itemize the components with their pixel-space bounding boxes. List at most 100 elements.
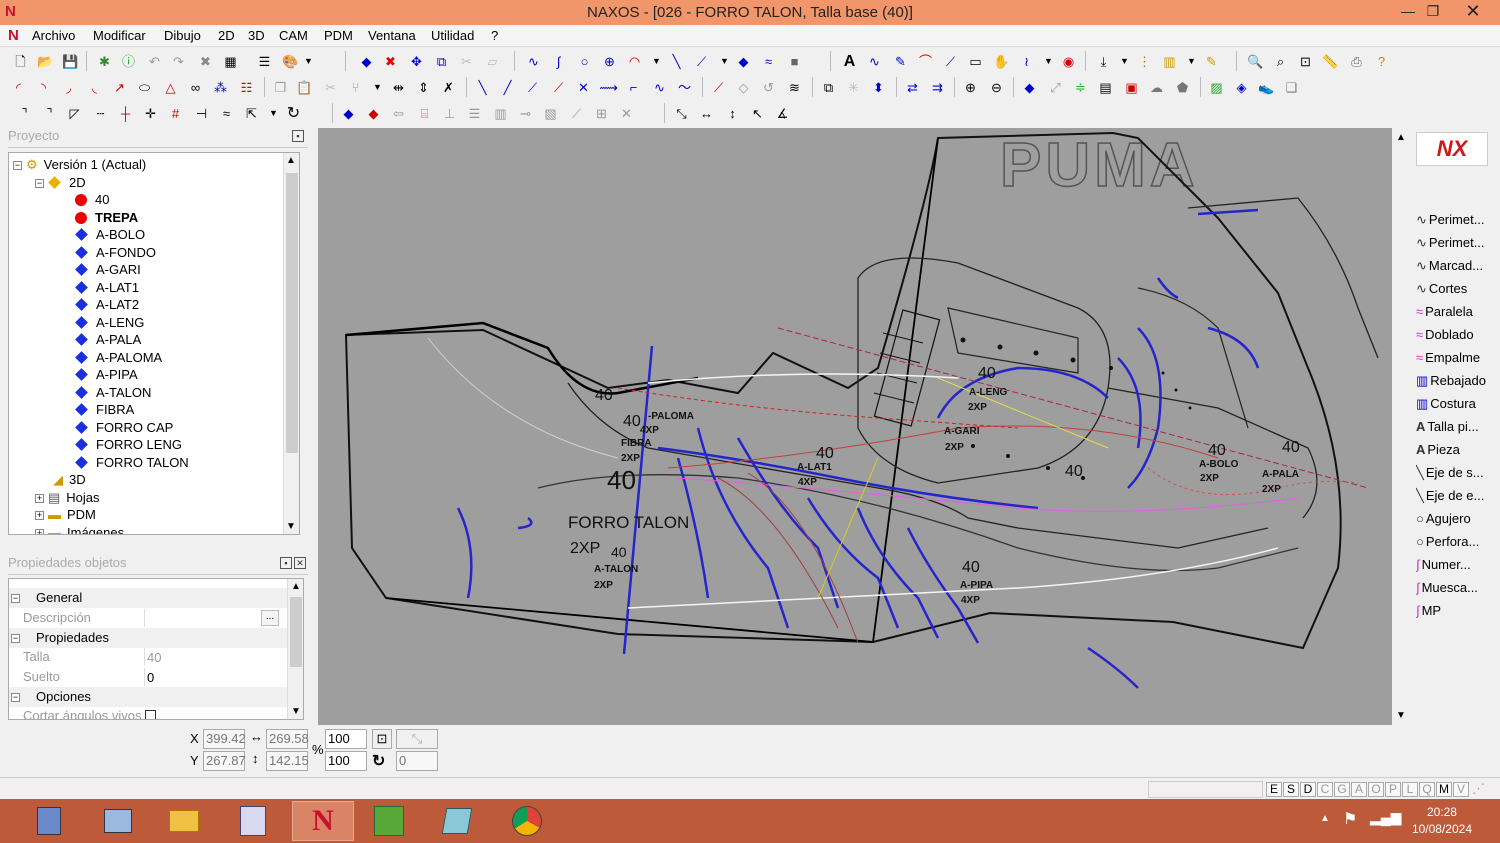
notch-icon[interactable]: ┼ bbox=[117, 105, 134, 122]
dim-angle-icon[interactable]: ∡ bbox=[774, 105, 791, 122]
zoom-icon[interactable]: 🔍 bbox=[1247, 53, 1264, 70]
tree-item-a-talon[interactable]: A-TALON bbox=[75, 384, 151, 402]
draw-5-icon[interactable]: ✕ bbox=[575, 79, 592, 96]
print-icon[interactable]: ⎙ bbox=[1348, 53, 1365, 70]
draw-2-icon[interactable]: ╱ bbox=[499, 79, 516, 96]
knife-icon[interactable]: ⟋ bbox=[710, 79, 727, 96]
rotation-field[interactable]: 0 bbox=[396, 751, 438, 771]
descripcion-browse-button[interactable]: ... bbox=[261, 610, 279, 626]
properties-scrollbar[interactable]: ▲ ▼ bbox=[287, 579, 303, 719]
arc-tool-3-icon[interactable]: ◞ bbox=[60, 79, 77, 96]
ruler-icon[interactable]: 📏 bbox=[1322, 53, 1339, 70]
menu-3d[interactable]: 3D bbox=[248, 28, 265, 43]
tree-item-forro-leng[interactable]: FORRO LENG bbox=[75, 436, 182, 454]
scroll-up-icon[interactable]: ▲ bbox=[286, 155, 296, 166]
arc-tool-4-icon[interactable]: ◟ bbox=[86, 79, 103, 96]
tree-item-a-lat2[interactable]: A-LAT2 bbox=[75, 296, 139, 314]
arc-tool-2-icon[interactable]: ◝ bbox=[35, 79, 52, 96]
restore-button[interactable]: ❐ bbox=[1415, 0, 1451, 22]
frame-icon[interactable]: ⊞ bbox=[593, 105, 610, 122]
group-opciones[interactable]: − Opciones bbox=[9, 687, 287, 707]
chevron-down-icon[interactable]: ▼ bbox=[1183, 53, 1200, 70]
tool-costura[interactable]: ▥ Costura bbox=[1416, 393, 1498, 415]
taskbar-calculator[interactable] bbox=[18, 801, 80, 841]
status-c[interactable]: C bbox=[1317, 782, 1333, 797]
scale-y-field[interactable]: 100 bbox=[325, 751, 367, 771]
tree-item-fibra[interactable]: FIBRA bbox=[75, 401, 134, 419]
text-icon[interactable]: A bbox=[841, 53, 858, 70]
scroll-down-icon[interactable]: ▼ bbox=[291, 706, 301, 717]
doc-logo-icon[interactable]: N bbox=[8, 27, 19, 44]
close-icon[interactable]: ✕ bbox=[294, 557, 306, 569]
info-icon[interactable]: ⓘ bbox=[120, 53, 137, 70]
mirror-v-icon[interactable]: ⇕ bbox=[415, 79, 432, 96]
layers-icon[interactable]: ☰ bbox=[256, 53, 273, 70]
status-s[interactable]: S bbox=[1283, 782, 1299, 797]
status-o[interactable]: O bbox=[1368, 782, 1384, 797]
tool-doblado[interactable]: ≈ Doblado bbox=[1416, 324, 1498, 346]
tool-talla-pieza[interactable]: A Talla pi... bbox=[1416, 416, 1498, 438]
menu-archivo[interactable]: Archivo bbox=[32, 28, 75, 43]
taskbar-files[interactable] bbox=[153, 801, 215, 841]
tool-rebajado[interactable]: ▥ Rebajado bbox=[1416, 370, 1498, 392]
piece-icon[interactable]: ◆ bbox=[1021, 79, 1038, 96]
point-icon[interactable]: ⊕ bbox=[601, 53, 618, 70]
tree-item-version[interactable]: − ⚙ Versión 1 (Actual) bbox=[13, 156, 146, 174]
open-folder-icon[interactable]: 📂 bbox=[37, 53, 54, 70]
cloud-icon[interactable]: ☁ bbox=[1148, 79, 1165, 96]
measure-icon[interactable]: ▥ bbox=[1161, 53, 1178, 70]
scroll-up-icon[interactable]: ▲ bbox=[291, 581, 301, 592]
branch-icon[interactable]: ⑂ bbox=[347, 79, 364, 96]
draw-3-icon[interactable]: ⟋ bbox=[524, 79, 541, 96]
tool-perimetro-1[interactable]: ∿ Perimet... bbox=[1416, 209, 1498, 231]
zoom-out-icon[interactable]: ⊖ bbox=[988, 79, 1005, 96]
pen-icon[interactable]: ✎ bbox=[892, 53, 909, 70]
flag-icon[interactable]: ⚑ bbox=[1343, 809, 1357, 829]
box-icon[interactable]: ▧ bbox=[542, 105, 559, 122]
delete-icon[interactable]: ✖ bbox=[197, 53, 214, 70]
table-icon[interactable]: ▤ bbox=[1097, 79, 1114, 96]
group-general[interactable]: − General bbox=[9, 588, 287, 608]
arc2-icon[interactable]: ⌒ bbox=[917, 53, 934, 70]
taskbar-green-app[interactable] bbox=[358, 801, 420, 841]
taskbar-pencil-app[interactable] bbox=[222, 801, 284, 841]
stitch-icon[interactable]: ⟋ bbox=[942, 53, 959, 70]
chevron-down-icon[interactable]: ▼ bbox=[716, 53, 733, 70]
fill-icon[interactable]: ■ bbox=[786, 53, 803, 70]
tree-item-imagenes[interactable]: + ▬ Imágenes bbox=[35, 524, 124, 534]
shoe-icon[interactable]: 👟 bbox=[1258, 79, 1275, 96]
curve-icon[interactable]: ∿ bbox=[525, 53, 542, 70]
tree-item-40[interactable]: 40 bbox=[75, 191, 109, 209]
scale-icon[interactable]: ⤢ bbox=[1047, 79, 1064, 96]
mirror-h-icon[interactable]: ⇹ bbox=[390, 79, 407, 96]
save-icon[interactable]: 💾 bbox=[62, 53, 79, 70]
3d-icon[interactable]: ◈ bbox=[1233, 79, 1250, 96]
image-icon[interactable]: ▨ bbox=[1208, 79, 1225, 96]
node-icon[interactable]: ⊸ bbox=[517, 105, 534, 122]
collapse-icon[interactable]: − bbox=[11, 594, 20, 603]
window-icon[interactable]: ▣ bbox=[1123, 79, 1140, 96]
grid-h-icon[interactable]: ☰ bbox=[466, 105, 483, 122]
group-propiedades[interactable]: − Propiedades bbox=[9, 628, 287, 648]
tree-item-forro-cap[interactable]: FORRO CAP bbox=[75, 419, 173, 437]
zoom-in-icon[interactable]: ⊕ bbox=[962, 79, 979, 96]
draw-9-icon[interactable]: 〜 bbox=[676, 79, 693, 96]
scissors-icon[interactable]: ✂ bbox=[322, 79, 339, 96]
collapse-icon[interactable]: − bbox=[35, 179, 44, 188]
zoom-all-icon[interactable]: ⊡ bbox=[1297, 53, 1314, 70]
tree-item-a-gari[interactable]: A-GARI bbox=[75, 261, 141, 279]
hash-icon[interactable]: # bbox=[167, 105, 184, 122]
collapse-icon[interactable]: − bbox=[11, 693, 20, 702]
pointer-icon[interactable]: ⇱ bbox=[243, 105, 260, 122]
status-a[interactable]: A bbox=[1351, 782, 1367, 797]
tool-perforado[interactable]: ○ Perfora... bbox=[1416, 531, 1498, 553]
status-d[interactable]: D bbox=[1300, 782, 1316, 797]
polyline-icon[interactable]: ⟋ bbox=[693, 53, 710, 70]
magic-icon[interactable]: ✎ bbox=[1203, 53, 1220, 70]
nodes-icon[interactable]: ⁂ bbox=[212, 79, 229, 96]
resize-grip-icon[interactable]: ⋰ bbox=[1472, 781, 1485, 797]
dim-h-icon[interactable]: ↔ bbox=[698, 105, 715, 122]
drawing-canvas[interactable]: PUMA 40 40 -PALOMA 4XP FIBRA 2XP 40 FORR… bbox=[318, 128, 1392, 725]
shape-icon[interactable]: ⬟ bbox=[1174, 79, 1191, 96]
scale-lock-icon[interactable]: ⊡ bbox=[372, 729, 392, 749]
